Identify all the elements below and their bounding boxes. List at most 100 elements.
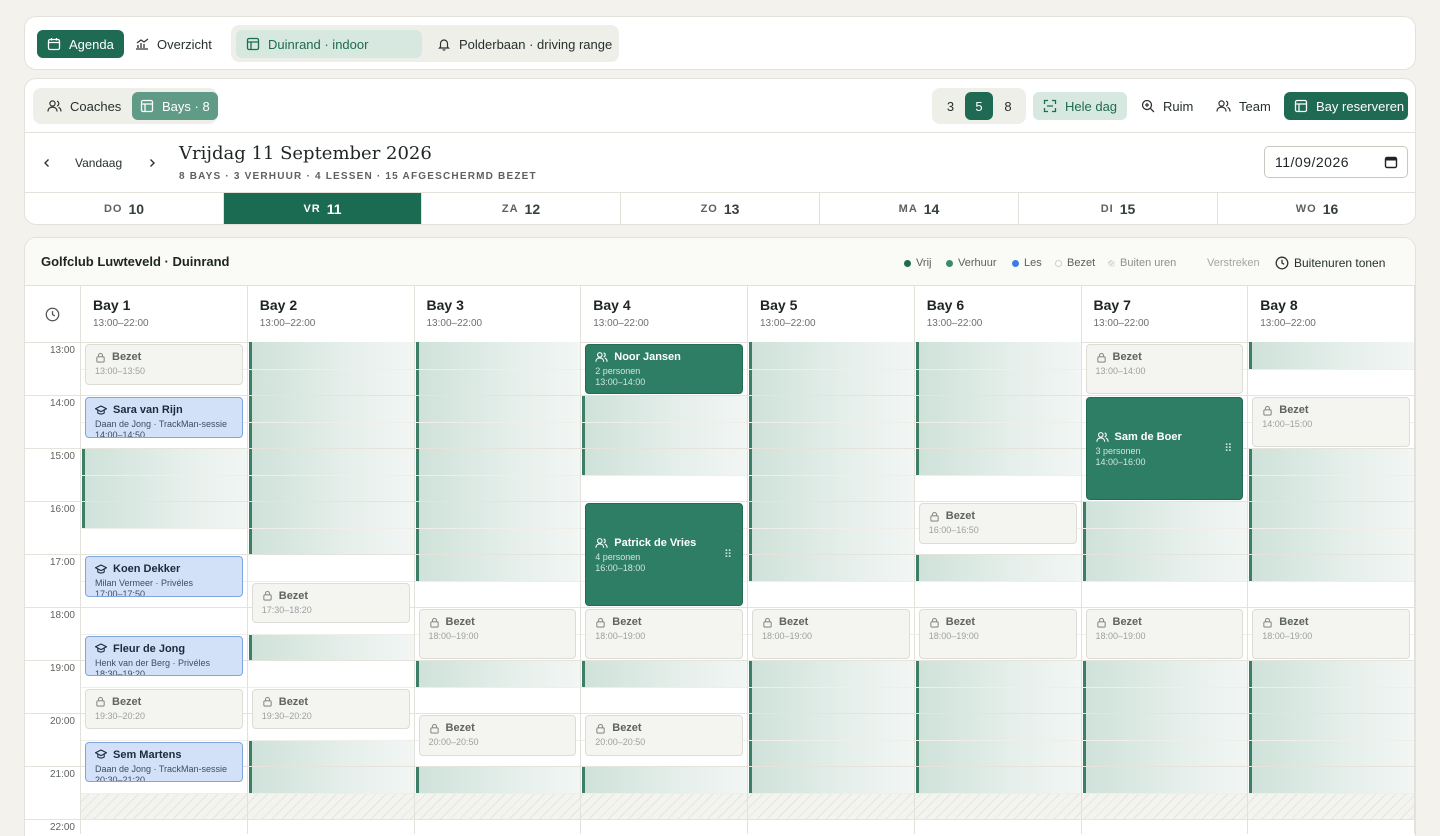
bay-name: Bay 2 bbox=[259, 297, 298, 313]
density-3[interactable]: 3 bbox=[937, 92, 964, 120]
bezet-block[interactable]: Bezet 18:00–19:00 bbox=[752, 609, 910, 659]
free-slot[interactable] bbox=[415, 766, 582, 793]
les-block[interactable]: Sem Martens Daan de Jong · TrackMan-sessi… bbox=[85, 741, 243, 783]
view-bays[interactable]: Bays · 8 bbox=[132, 92, 218, 120]
bezet-block[interactable]: Bezet 17:30–18:20 bbox=[251, 582, 410, 624]
graduation-cap-icon bbox=[95, 643, 107, 653]
bay-reserveren-button[interactable]: Bay reserveren bbox=[1284, 92, 1408, 120]
free-slot[interactable] bbox=[915, 554, 1082, 581]
verhuur-block[interactable]: Noor Jansen 2 personen 13:00–14:00 bbox=[585, 344, 743, 394]
bezet-block[interactable]: Bezet 14:00–15:00 bbox=[1252, 397, 1410, 447]
day-tab-vr[interactable]: VR 11 bbox=[224, 193, 422, 224]
block-title: Bezet bbox=[595, 616, 733, 628]
bezet-block[interactable]: Bezet 19:30–20:20 bbox=[251, 688, 410, 730]
bezet-block[interactable]: Bezet 18:00–19:00 bbox=[1252, 609, 1410, 659]
free-slot[interactable] bbox=[1249, 448, 1415, 581]
schedule-grid: Bay 1 13:00–22:00 Bay 2 13:00–22:00 Bay 3 13:… bbox=[25, 238, 1415, 836]
block-title: Patrick de Vries bbox=[595, 537, 733, 549]
day-tab-zo[interactable]: ZO 13 bbox=[621, 193, 820, 224]
half-hour-gridline bbox=[81, 792, 1415, 794]
bezet-block[interactable]: Bezet 13:00–13:50 bbox=[85, 344, 243, 385]
column-divider bbox=[80, 286, 81, 834]
block-title-text: Bezet bbox=[1112, 351, 1142, 363]
day-tab-wo[interactable]: WO 16 bbox=[1218, 193, 1415, 224]
day-tab-ma[interactable]: MA 14 bbox=[820, 193, 1019, 224]
block-time: 19:30–20:20 bbox=[95, 710, 146, 721]
block-title: Sara van Rijn bbox=[95, 404, 233, 416]
tab-agenda[interactable]: Agenda bbox=[37, 30, 124, 58]
bay-name: Bay 5 bbox=[760, 297, 798, 313]
bezet-block[interactable]: Bezet 20:00–20:50 bbox=[418, 715, 577, 756]
free-slot[interactable] bbox=[749, 342, 915, 581]
toolbar-divider bbox=[25, 132, 1415, 133]
tab-duinrand[interactable]: Duinrand · indoor bbox=[236, 30, 422, 58]
bezet-block[interactable]: Bezet 18:00–19:00 bbox=[1085, 609, 1244, 659]
bezet-block[interactable]: Bezet 18:00–19:00 bbox=[585, 609, 743, 659]
day-tab-za[interactable]: ZA 12 bbox=[422, 193, 621, 224]
bezet-block[interactable]: Bezet 20:00–20:50 bbox=[585, 715, 743, 756]
hele-dag-button[interactable]: Hele dag bbox=[1033, 92, 1128, 120]
bezet-block[interactable]: Bezet 16:00–16:50 bbox=[918, 503, 1077, 544]
block-time: 20:00–20:50 bbox=[595, 737, 646, 747]
date-picker-value: 11/09/2026 bbox=[1275, 154, 1350, 170]
date-picker[interactable]: 11/09/2026 bbox=[1264, 146, 1408, 178]
free-slot[interactable] bbox=[1082, 660, 1249, 793]
lock-icon bbox=[596, 617, 605, 628]
les-block[interactable]: Koen Dekker Milan Vermeer · Privéles 17:00… bbox=[85, 556, 243, 597]
block-title-text: Bezet bbox=[112, 695, 142, 708]
tab-polderbaan[interactable]: Polderbaan · driving range bbox=[429, 30, 620, 58]
column-divider bbox=[913, 286, 915, 834]
verhuur-block[interactable]: Patrick de Vries 4 personen 16:00–18:00 ⠿ bbox=[585, 503, 743, 606]
block-title-text: Fleur de Jong bbox=[113, 642, 186, 655]
block-time: 18:00–19:00 bbox=[1095, 631, 1146, 641]
density-5[interactable]: 5 bbox=[965, 92, 993, 120]
bay-column-header: Bay 1 13:00–22:00 bbox=[81, 286, 248, 342]
lock-icon bbox=[96, 696, 105, 707]
free-slot[interactable] bbox=[915, 660, 1082, 793]
free-slot[interactable] bbox=[1249, 342, 1415, 369]
les-block[interactable]: Sara van Rijn Daan de Jong · TrackMan-ses… bbox=[85, 397, 243, 438]
next-day-button[interactable] bbox=[142, 153, 162, 173]
verhuur-block[interactable]: Sam de Boer 3 personen 14:00–16:00 ⠿ bbox=[1085, 397, 1244, 500]
block-title: Bezet bbox=[1096, 616, 1234, 628]
block-title-text: Bezet bbox=[779, 616, 809, 628]
schedule-card: Golfclub Luwteveld · Duinrand Vrij Verhu… bbox=[24, 237, 1416, 836]
bezet-block[interactable]: Bezet 18:00–19:00 bbox=[418, 609, 577, 659]
free-slot[interactable] bbox=[915, 342, 1082, 475]
drag-handle-icon[interactable]: ⠿ bbox=[1224, 442, 1232, 455]
team-button[interactable]: Team bbox=[1208, 92, 1279, 120]
date-summary: 8 BAYS · 3 VERHUUR · 4 LESSEN · 15 AFGES… bbox=[179, 171, 537, 182]
day-tab-do[interactable]: DO 10 bbox=[25, 193, 224, 224]
free-slot[interactable] bbox=[582, 395, 748, 475]
bezet-block[interactable]: Bezet 18:00–19:00 bbox=[918, 609, 1077, 659]
free-slot[interactable] bbox=[415, 342, 582, 581]
block-title-text: Koen Dekker bbox=[113, 563, 181, 575]
bezet-block[interactable]: Bezet 13:00–14:00 bbox=[1085, 344, 1244, 394]
free-slot[interactable] bbox=[749, 660, 915, 793]
free-slot[interactable] bbox=[582, 766, 748, 793]
column-divider bbox=[1247, 286, 1249, 834]
tab-overzicht[interactable]: Overzicht bbox=[125, 30, 222, 58]
bay-reserveren-label: Bay reserveren bbox=[1316, 98, 1405, 114]
free-slot[interactable] bbox=[82, 448, 248, 528]
density-8[interactable]: 8 bbox=[994, 92, 1022, 120]
layout-icon bbox=[140, 99, 154, 113]
free-slot[interactable] bbox=[1082, 501, 1249, 581]
free-slot[interactable] bbox=[415, 660, 582, 687]
day-tab-di[interactable]: DI 15 bbox=[1019, 193, 1218, 224]
column-divider bbox=[413, 286, 415, 834]
free-slot[interactable] bbox=[1249, 660, 1415, 793]
block-subtitle: 4 personen bbox=[595, 551, 641, 562]
today-button[interactable]: Vandaag bbox=[75, 153, 122, 173]
time-label: 15:00 bbox=[49, 451, 75, 462]
users-icon bbox=[1095, 431, 1109, 442]
free-slot[interactable] bbox=[582, 660, 748, 687]
les-block[interactable]: Fleur de Jong Henk van der Berg · Privéle… bbox=[85, 635, 243, 677]
view-coaches[interactable]: Coaches bbox=[39, 92, 129, 120]
bezet-block[interactable]: Bezet 19:30–20:20 bbox=[85, 688, 243, 730]
drag-handle-icon[interactable]: ⠿ bbox=[724, 548, 732, 561]
buiten-uren-band bbox=[81, 792, 1415, 819]
ruim-button[interactable]: Ruim bbox=[1133, 92, 1201, 120]
prev-day-button[interactable] bbox=[37, 153, 57, 173]
free-slot[interactable] bbox=[248, 633, 415, 660]
